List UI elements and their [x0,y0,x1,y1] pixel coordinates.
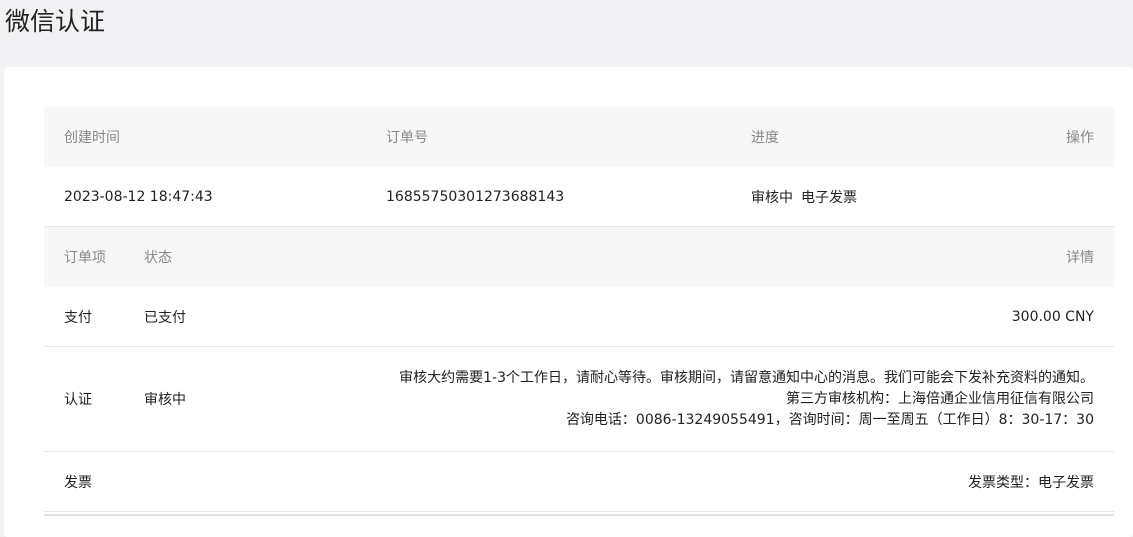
order-table: 创建时间 订单号 进度 操作 2023-08-12 18:47:43 16855… [44,107,1114,512]
consultation-contact-note: 咨询电话：0086-13249055491，咨询时间：周一至周五（工作日）8：3… [565,411,1094,428]
review-time-note: 审核大约需要1-3个工作日，请耐心等待。审核期间，请留意通知中心的消息。我们可能… [399,369,1094,386]
order-number-value: 1685575030127368814​3 [386,188,565,205]
payment-amount: 300.00 CNY [1011,308,1094,325]
details-header: 详情 [1066,250,1094,266]
item-header: 订单项 [64,250,106,266]
payment-row: 支付 已支付 300.00 CNY [44,287,1114,347]
invoice-item: 发票 [64,474,92,491]
page-title: 微信认证 [5,7,106,36]
created-time-header: 创建时间 [64,130,120,146]
verification-status: 审核中 [144,392,186,408]
third-party-reviewer-note: 第三方审核机构：上海倍通企业信用征信有限公司 [786,390,1094,407]
payment-status: 已支付 [144,309,186,326]
progress-item: 电子发票 [801,189,857,206]
items-table-header: 订单项 状态 详情 [44,227,1114,287]
actions-header: 操作 [1066,130,1094,146]
progress-value: 审核中 电子发票 [751,167,857,226]
verification-details: 审核大约需要1-3个工作日，请耐心等待。审核期间，请留意通知中心的消息。我们可能… [399,347,1094,451]
invoice-row: 发票 发票类型：电子发票 [44,452,1114,512]
order-card: 创建时间 订单号 进度 操作 2023-08-12 18:47:43 16855… [4,67,1133,537]
progress-header: 进度 [751,130,779,146]
table-bottom-divider [44,514,1114,516]
verification-row: 认证 审核中 审核大约需要1-3个工作日，请耐心等待。审核期间，请留意通知中心的… [44,347,1114,452]
status-header: 状态 [144,250,172,266]
verification-item: 认证 [64,392,92,408]
created-time-value: 2023-08-12 18:47:43 [64,188,213,205]
invoice-type: 发票类型：电子发票 [968,474,1094,491]
order-table-header: 创建时间 订单号 进度 操作 [44,107,1114,167]
order-number-header: 订单号 [386,130,428,146]
payment-item: 支付 [64,309,92,326]
order-row: 2023-08-12 18:47:43 1685575030127368814​… [44,167,1114,227]
progress-status: 审核中 [751,189,793,206]
